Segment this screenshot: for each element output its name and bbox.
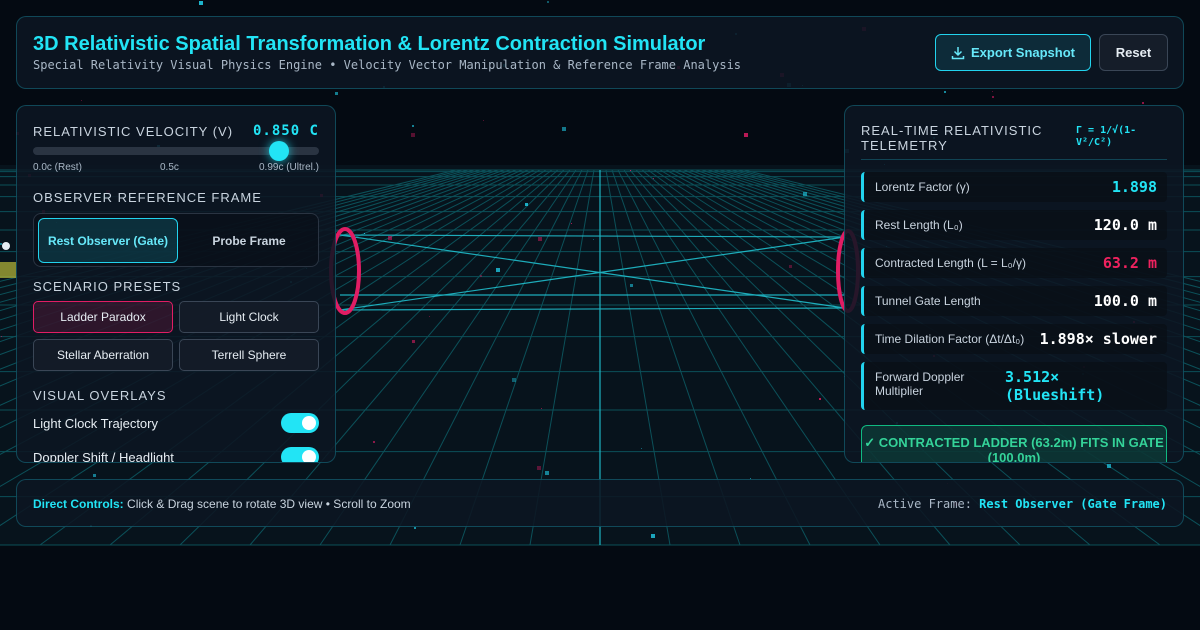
metric-doppler: Forward Doppler Multiplier 3.512× (Blues… (861, 362, 1167, 410)
velocity-label: RELATIVISTIC VELOCITY (V) (33, 124, 234, 139)
status-footer: Direct Controls: Click & Drag scene to r… (16, 479, 1184, 527)
control-panel: RELATIVISTIC VELOCITY (V) 0.850 C 0.0c (… (16, 105, 336, 463)
frame-option-rest-observer[interactable]: Rest Observer (Gate) (38, 218, 178, 263)
metric-value: 63.2 m (1102, 254, 1157, 272)
export-snapshot-button[interactable]: Export Snapshot (935, 34, 1091, 71)
active-frame-label: Active Frame: (878, 497, 972, 511)
metric-time-dilation: Time Dilation Factor (Δt/Δt₀) 1.898× slo… (861, 324, 1167, 354)
metric-rest-length: Rest Length (L₀) 120.0 m (861, 210, 1167, 240)
page-title: 3D Relativistic Spatial Transformation &… (33, 33, 706, 55)
metric-value: 120.0 m (1093, 216, 1157, 234)
velocity-tick-min: 0.0c (Rest) (33, 162, 82, 173)
overlay-light-clock-toggle[interactable] (281, 413, 319, 433)
overlay-light-clock-label: Light Clock Trajectory (33, 416, 158, 431)
app-header: 3D Relativistic Spatial Transformation &… (16, 16, 1184, 89)
frame-option-probe[interactable]: Probe Frame (182, 218, 316, 263)
metric-value: 100.0 m (1093, 292, 1157, 310)
overlay-doppler-label: Doppler Shift / Headlight (33, 450, 174, 463)
metric-label: Lorentz Factor (γ) (875, 180, 970, 194)
controls-hint-label: Direct Controls: (33, 497, 124, 511)
page-subtitle: Special Relativity Visual Physics Engine… (33, 58, 742, 72)
export-snapshot-label: Export Snapshot (970, 45, 1075, 60)
preset-ladder-paradox[interactable]: Ladder Paradox (33, 301, 173, 333)
metric-gate-length: Tunnel Gate Length 100.0 m (861, 286, 1167, 316)
telemetry-divider (861, 159, 1167, 160)
telemetry-panel: REAL-TIME RELATIVISTIC TELEMETRY Γ = 1/√… (844, 105, 1184, 463)
presets-section-label: SCENARIO PRESETS (33, 279, 182, 294)
velocity-slider[interactable] (33, 141, 319, 161)
fit-status-banner: ✓ CONTRACTED LADDER (63.2m) FITS IN GATE… (861, 425, 1167, 462)
metric-label: Rest Length (L₀) (875, 218, 963, 232)
velocity-value: 0.850 C (252, 123, 319, 139)
frame-section-label: OBSERVER REFERENCE FRAME (33, 190, 262, 205)
telemetry-title: REAL-TIME RELATIVISTIC TELEMETRY (861, 123, 1043, 153)
active-frame-indicator: Active Frame: Rest Observer (Gate Frame) (878, 497, 1167, 511)
overlay-doppler-toggle[interactable] (281, 447, 319, 462)
lorentz-formula: Γ = 1/√(1-V²/C²) (1076, 125, 1137, 148)
frame-selector: Rest Observer (Gate) Probe Frame (33, 213, 319, 267)
download-icon (951, 46, 965, 59)
metric-lorentz-factor: Lorentz Factor (γ) 1.898 (861, 172, 1167, 202)
metric-label: Tunnel Gate Length (875, 294, 981, 308)
metric-value: 1.898 (1111, 178, 1157, 196)
velocity-tick-mid: 0.5c (160, 162, 179, 173)
overlays-section-label: VISUAL OVERLAYS (33, 388, 167, 403)
controls-hint: Direct Controls: Click & Drag scene to r… (33, 497, 411, 511)
reset-button[interactable]: Reset (1099, 34, 1168, 71)
velocity-slider-thumb[interactable] (268, 141, 289, 161)
controls-hint-text: Click & Drag scene to rotate 3D view • S… (127, 497, 411, 511)
metric-label: Contracted Length (L = L₀/γ) (875, 256, 1026, 270)
preset-stellar-aberration[interactable]: Stellar Aberration (33, 339, 173, 371)
metric-contracted-length: Contracted Length (L = L₀/γ) 63.2 m (861, 248, 1167, 278)
preset-terrell-sphere[interactable]: Terrell Sphere (179, 339, 319, 371)
metric-label: Forward Doppler Multiplier (875, 370, 965, 398)
preset-light-clock[interactable]: Light Clock (179, 301, 319, 333)
metric-label: Time Dilation Factor (Δt/Δt₀) (875, 332, 1025, 346)
active-frame-value: Rest Observer (Gate Frame) (979, 497, 1167, 511)
metric-value: 1.898× slower (1039, 330, 1157, 348)
metric-value: 3.512× (Blueshift) (1005, 368, 1105, 404)
velocity-tick-max: 0.99c (Ultrel.) (258, 162, 319, 173)
